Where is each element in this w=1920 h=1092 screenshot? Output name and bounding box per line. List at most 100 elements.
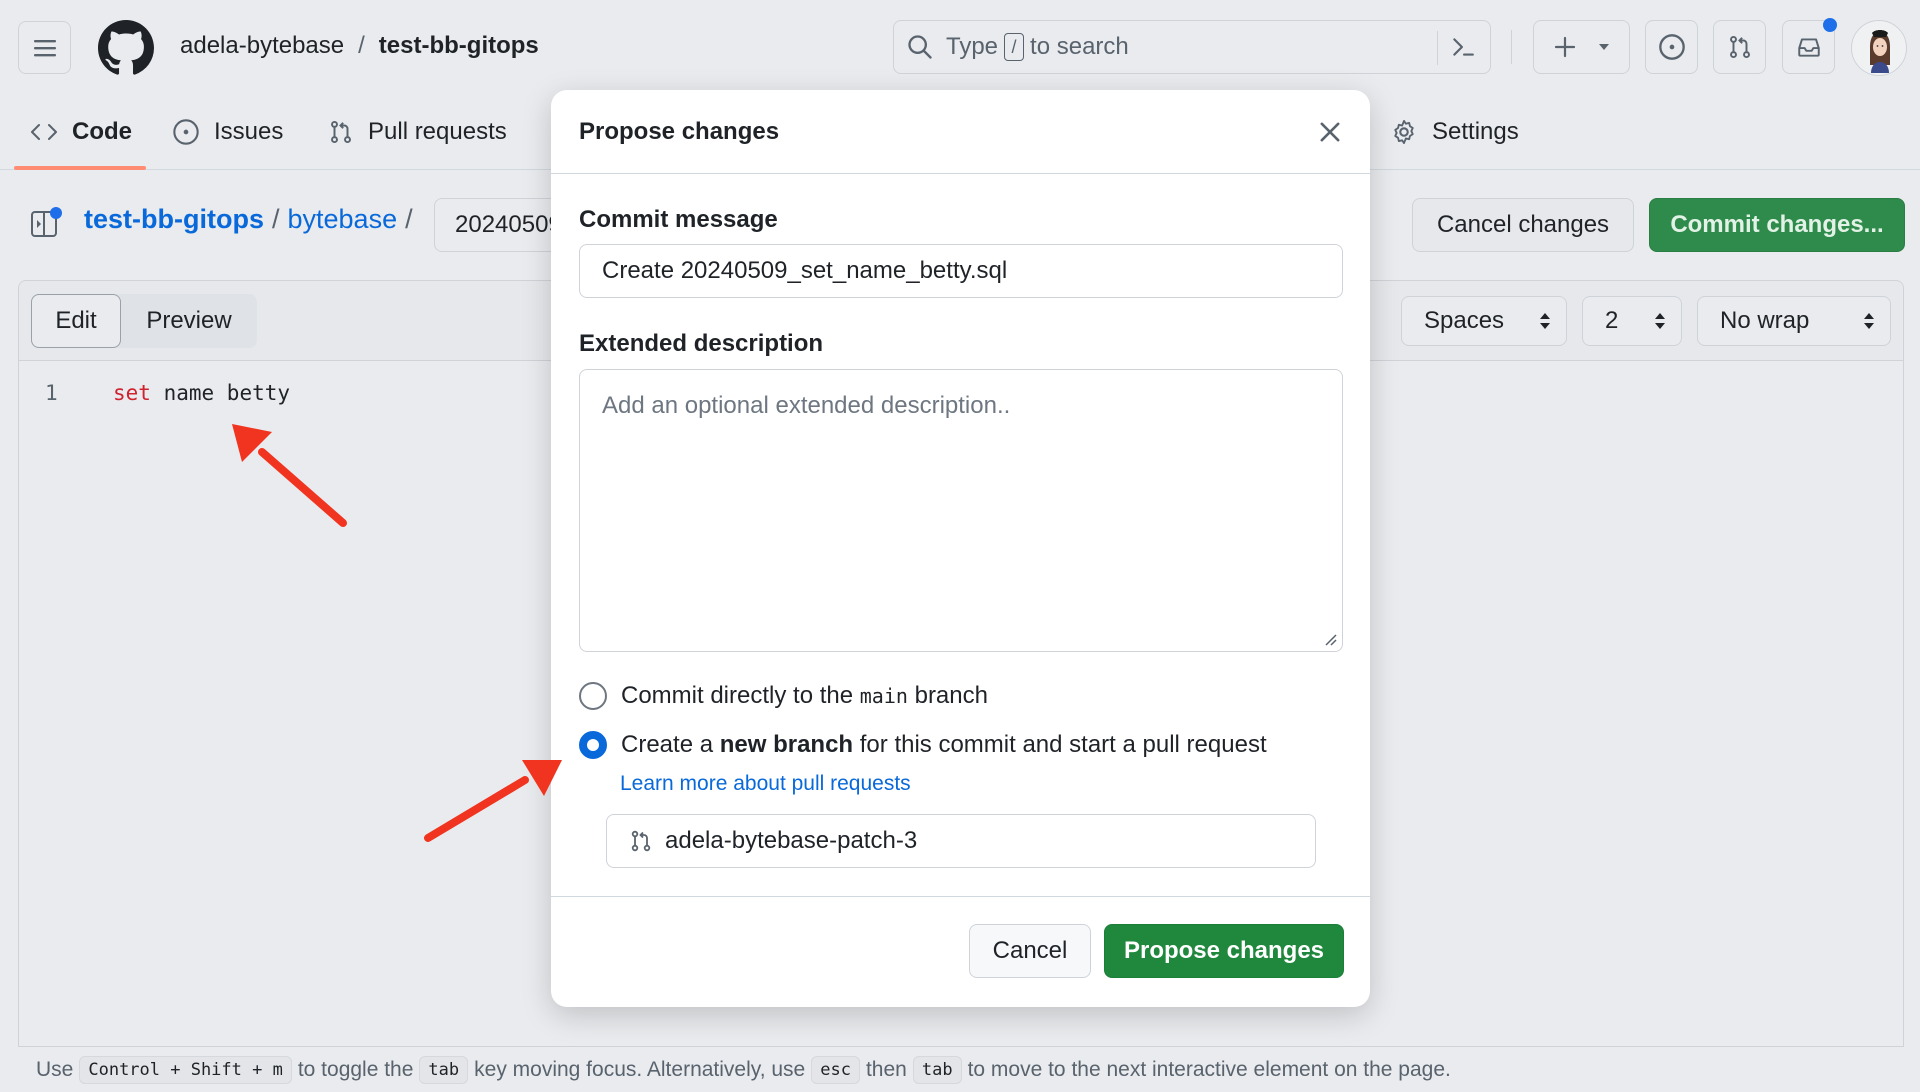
github-logo-icon[interactable] <box>98 20 154 76</box>
option-text: Create a new branch for this commit and … <box>621 731 1267 759</box>
search-divider <box>1437 31 1438 65</box>
dialog-cancel-button[interactable]: Cancel <box>969 924 1091 978</box>
avatar-image-icon <box>1870 30 1890 73</box>
hint-key: tab <box>912 1055 962 1084</box>
hint-key: Control + Shift + m <box>79 1055 292 1084</box>
tab-settings-label: Settings <box>1432 118 1519 145</box>
hint-text: then <box>865 1057 907 1081</box>
indent-size-select[interactable]: 2 <box>1582 296 1682 346</box>
user-avatar[interactable] <box>1851 20 1907 76</box>
branch-name-code: main <box>859 684 908 708</box>
global-header: adela-bytebase / test-bb-gitops Type / t… <box>0 0 1920 96</box>
edit-preview-toggle: Edit Preview <box>31 294 257 348</box>
wrap-mode-value: No wrap <box>1720 307 1810 334</box>
pull-requests-button[interactable] <box>1713 20 1766 74</box>
repo-breadcrumb: adela-bytebase / test-bb-gitops <box>180 32 539 60</box>
option-text-before: Commit directly to the <box>621 682 854 709</box>
dialog-title: Propose changes <box>579 118 780 145</box>
file-breadcrumb: test-bb-gitops / bytebase / <box>84 204 421 235</box>
inbox-icon <box>1797 38 1820 57</box>
git-pull-request-icon <box>1729 35 1750 59</box>
hint-key: esc <box>811 1055 860 1084</box>
issue-opened-icon <box>1658 34 1685 60</box>
dialog-header: Propose changes <box>551 90 1370 174</box>
hint-text: key moving focus. Alternatively, use <box>474 1057 806 1081</box>
indent-mode-value: Spaces <box>1424 307 1505 334</box>
line-content[interactable]: set name betty <box>113 381 290 405</box>
commit-directly-radio[interactable] <box>579 682 607 710</box>
search-placeholder-prefix: Type <box>946 33 999 60</box>
indent-mode-select[interactable]: Spaces <box>1401 296 1567 346</box>
commit-directly-option[interactable]: Commit directly to the main branch <box>579 682 988 710</box>
extended-description-label: Extended description <box>579 330 824 357</box>
cancel-changes-button[interactable]: Cancel changes <box>1412 198 1634 252</box>
new-branch-option[interactable]: Create a new branch for this commit and … <box>579 731 1267 759</box>
search-input[interactable]: Type / to search <box>893 20 1491 74</box>
breadcrumb-folder-link[interactable]: bytebase <box>288 204 398 235</box>
hint-text: Use <box>36 1057 74 1081</box>
propose-changes-button[interactable]: Propose changes <box>1104 924 1344 978</box>
hint-text: to toggle the <box>297 1057 414 1081</box>
gear-icon <box>1394 119 1414 145</box>
plus-icon <box>1554 36 1575 58</box>
extended-description-placeholder: Add an optional extended description.. <box>602 392 1011 419</box>
tab-issues-label: Issues <box>214 118 284 145</box>
option-text-bold: new branch <box>719 731 854 758</box>
breadcrumb-separator: / <box>358 32 365 59</box>
search-placeholder-suffix: to search <box>1030 33 1129 60</box>
tab-pull-requests[interactable]: Pull requests <box>328 112 507 152</box>
extended-description-textarea[interactable]: Add an optional extended description.. <box>579 369 1343 652</box>
triangle-down-icon <box>1598 44 1609 50</box>
new-branch-radio[interactable] <box>579 731 607 759</box>
tab-code-label: Code <box>72 118 132 145</box>
hint-text: to move to the next interactive element … <box>967 1057 1451 1081</box>
commit-message-input[interactable]: Create 20240509_set_name_betty.sql <box>579 244 1343 298</box>
tab-code[interactable]: Code <box>30 112 132 152</box>
option-text-before: Create a <box>621 731 714 758</box>
wrap-mode-select[interactable]: No wrap <box>1697 296 1891 346</box>
issue-opened-icon <box>173 119 199 145</box>
option-text-after: for this commit and start a pull request <box>859 731 1267 758</box>
tab-pull-requests-label: Pull requests <box>368 118 507 145</box>
notification-indicator <box>1823 18 1837 32</box>
breadcrumb-separator: / <box>271 204 280 234</box>
branch-name-input[interactable]: adela-bytebase-patch-3 <box>606 814 1316 868</box>
breadcrumb-separator: / <box>405 204 413 234</box>
sql-text: name betty <box>150 381 291 405</box>
sql-keyword: set <box>113 381 151 405</box>
branch-name-value: adela-bytebase-patch-3 <box>665 827 918 854</box>
hint-key: tab <box>419 1055 469 1084</box>
resize-handle-icon[interactable] <box>1324 633 1338 647</box>
select-caret-icon <box>1655 313 1665 329</box>
select-caret-icon <box>1540 313 1550 329</box>
keyboard-hint: Use Control + Shift + m to toggle the ta… <box>18 1046 1904 1092</box>
file-tree-toggle-icon[interactable] <box>30 206 64 240</box>
close-icon[interactable] <box>1316 118 1344 146</box>
tab-issues[interactable]: Issues <box>172 112 283 152</box>
create-new-button[interactable] <box>1533 20 1630 74</box>
tab-settings[interactable]: Settings <box>1390 112 1519 152</box>
repo-name-link[interactable]: test-bb-gitops <box>379 32 539 60</box>
learn-more-link[interactable]: Learn more about pull requests <box>620 772 911 796</box>
git-pull-request-icon <box>631 830 651 852</box>
preview-tab[interactable]: Preview <box>121 294 257 348</box>
option-text-after: branch <box>914 682 988 709</box>
command-palette-icon[interactable] <box>1450 34 1476 60</box>
breadcrumb-repo-link[interactable]: test-bb-gitops <box>84 204 264 235</box>
hamburger-icon <box>33 39 56 56</box>
propose-changes-dialog: Propose changes Commit message Create 20… <box>551 90 1370 1007</box>
select-caret-icon <box>1864 313 1874 329</box>
code-icon <box>31 124 57 140</box>
repo-owner-link[interactable]: adela-bytebase <box>180 32 344 60</box>
menu-button[interactable] <box>18 21 71 74</box>
indent-size-value: 2 <box>1605 307 1619 334</box>
edit-tab[interactable]: Edit <box>31 294 121 348</box>
commit-message-label: Commit message <box>579 206 778 233</box>
line-number: 1 <box>45 381 58 405</box>
commit-changes-button[interactable]: Commit changes... <box>1649 198 1905 252</box>
issues-button[interactable] <box>1645 20 1698 74</box>
active-tab-indicator <box>14 166 146 170</box>
search-shortcut-key: / <box>1004 33 1025 61</box>
option-text: Commit directly to the main branch <box>621 682 988 710</box>
dialog-footer-divider <box>551 896 1370 897</box>
